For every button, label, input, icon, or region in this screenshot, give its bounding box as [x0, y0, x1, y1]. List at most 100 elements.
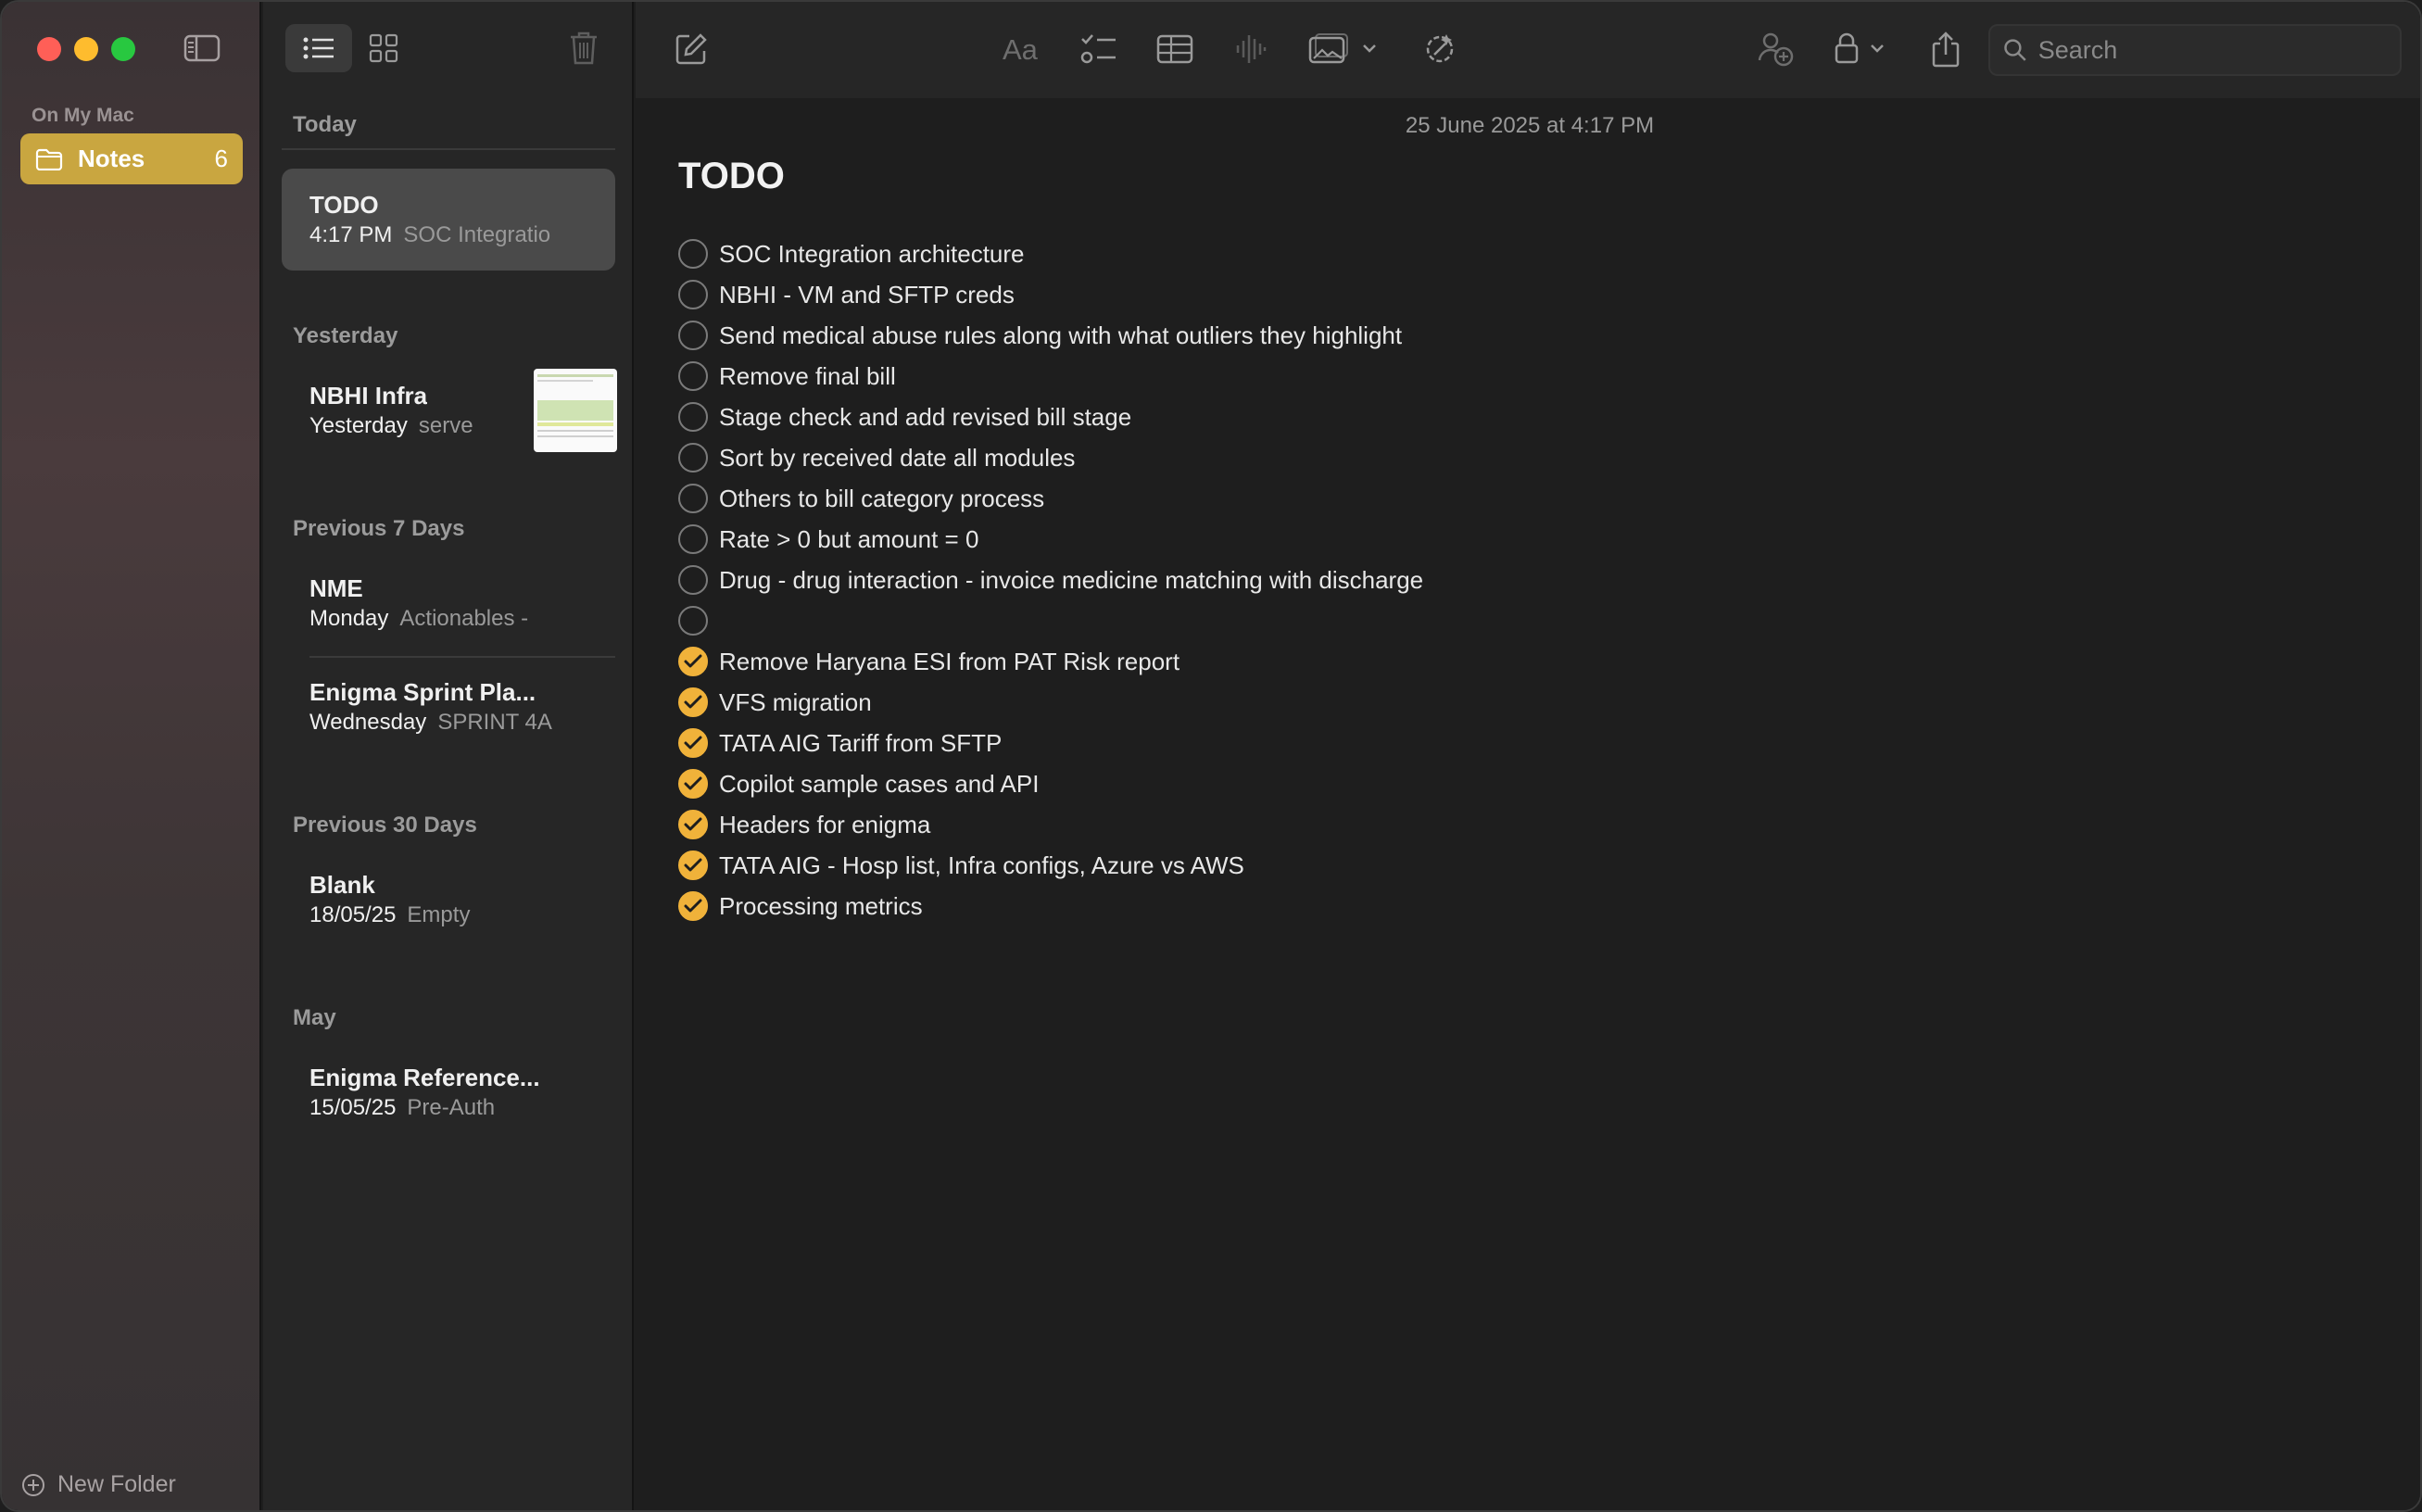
minimize-window-button[interactable]	[74, 37, 98, 61]
list-view-button[interactable]	[285, 24, 352, 72]
group-heading-previous-30-days: Previous 30 Days	[293, 813, 477, 838]
note-preview: Pre-Auth	[407, 1095, 496, 1120]
checklist-item[interactable]: Others to bill category process	[678, 478, 1423, 519]
checklist-item[interactable]: Headers for enigma	[678, 804, 1423, 845]
checkbox-unchecked[interactable]	[678, 280, 708, 309]
lock-note-button[interactable]	[1833, 28, 1898, 70]
note-item-enigma-reference[interactable]: Enigma Reference... 15/05/25 Pre-Auth	[282, 1041, 615, 1143]
checklist-item[interactable]: Copilot sample cases and API	[678, 763, 1423, 804]
checklist-item[interactable]: Sort by received date all modules	[678, 437, 1423, 478]
checkmark-icon	[684, 817, 702, 831]
group-heading-previous-7-days: Previous 7 Days	[293, 516, 465, 541]
note-title: Blank	[309, 871, 375, 899]
sidebar-toggle-icon[interactable]	[183, 33, 221, 63]
divider	[282, 148, 615, 150]
checklist-item-text[interactable]: TATA AIG - Hosp list, Infra configs, Azu…	[719, 851, 1244, 880]
checklist-item-text[interactable]: Drug - drug interaction - invoice medici…	[719, 566, 1423, 595]
checkmark-icon	[684, 776, 702, 790]
note-item-blank[interactable]: Blank 18/05/25 Empty	[282, 849, 615, 951]
checklist-item-text[interactable]: Send medical abuse rules along with what…	[719, 321, 1402, 350]
checklist-item[interactable]: TATA AIG - Hosp list, Infra configs, Azu…	[678, 845, 1423, 886]
checklist-item-text[interactable]: Remove final bill	[719, 362, 896, 391]
note-item-nbhi-infra[interactable]: NBHI Infra Yesterday serve	[282, 359, 617, 461]
search-field[interactable]	[1988, 24, 2402, 76]
checklist-item[interactable]: VFS migration	[678, 682, 1423, 723]
checklist-item[interactable]: Remove Haryana ESI from PAT Risk report	[678, 641, 1423, 682]
new-folder-button[interactable]: New Folder	[20, 1471, 176, 1498]
search-input[interactable]	[2037, 35, 2387, 65]
media-menu-button[interactable]	[1308, 28, 1379, 70]
note-preview: SPRINT 4A	[437, 710, 552, 735]
maximize-window-button[interactable]	[111, 37, 135, 61]
checklist-item[interactable]	[678, 600, 1423, 641]
checkbox-checked[interactable]	[678, 687, 708, 717]
note-preview: Actionables -	[399, 606, 529, 631]
checklist-item[interactable]: Rate > 0 but amount = 0	[678, 519, 1423, 560]
note-heading[interactable]: TODO	[678, 156, 785, 197]
checkbox-unchecked[interactable]	[678, 443, 708, 472]
checklist-item-text[interactable]: TATA AIG Tariff from SFTP	[719, 729, 1002, 758]
checklist-item-text[interactable]: Sort by received date all modules	[719, 444, 1075, 472]
checkbox-unchecked[interactable]	[678, 565, 708, 595]
notes-window: On My Mac Notes 6 New Folder Today TODO …	[0, 0, 2422, 1512]
delete-note-button[interactable]	[550, 24, 617, 72]
checkmark-icon	[684, 736, 702, 750]
audio-record-button[interactable]	[1230, 28, 1271, 70]
note-preview: Empty	[407, 902, 471, 927]
checklist-button[interactable]	[1079, 28, 1119, 70]
checklist-item-text[interactable]: Rate > 0 but amount = 0	[719, 525, 978, 554]
checklist-item-text[interactable]: Stage check and add revised bill stage	[719, 403, 1131, 432]
new-note-button[interactable]	[671, 28, 712, 70]
checkbox-unchecked[interactable]	[678, 361, 708, 391]
checkbox-checked[interactable]	[678, 647, 708, 676]
note-date: Wednesday	[309, 710, 427, 735]
checklist-item[interactable]: SOC Integration architecture	[678, 233, 1423, 274]
note-item-enigma-sprint[interactable]: Enigma Sprint Pla... Wednesday SPRINT 4A	[282, 656, 615, 758]
checklist-item-text[interactable]: Processing metrics	[719, 892, 923, 921]
checkbox-checked[interactable]	[678, 728, 708, 758]
checkbox-unchecked[interactable]	[678, 524, 708, 554]
checkbox-unchecked[interactable]	[678, 239, 708, 269]
waveform-icon	[1236, 35, 1267, 63]
collaborate-button[interactable]	[1755, 28, 1798, 70]
checkbox-unchecked[interactable]	[678, 606, 708, 636]
format-text-icon[interactable]: Aa	[999, 28, 1045, 70]
editor-toolbar: Aa	[636, 2, 2420, 98]
checklist-item[interactable]: Stage check and add revised bill stage	[678, 397, 1423, 437]
checkmark-icon	[684, 695, 702, 709]
checkbox-checked[interactable]	[678, 810, 708, 839]
checklist-item-text[interactable]: Copilot sample cases and API	[719, 770, 1039, 799]
writing-tools-icon	[1426, 34, 1454, 63]
share-button[interactable]	[1925, 28, 1966, 70]
checklist-item-text[interactable]: SOC Integration architecture	[719, 240, 1025, 269]
checkbox-checked[interactable]	[678, 891, 708, 921]
close-window-button[interactable]	[37, 37, 61, 61]
checklist-item-text[interactable]: NBHI - VM and SFTP creds	[719, 281, 1015, 309]
checklist-item-text[interactable]: VFS migration	[719, 688, 872, 717]
group-heading-today: Today	[293, 112, 357, 137]
note-date: 18/05/25	[309, 902, 397, 927]
gallery-view-button[interactable]	[350, 24, 417, 72]
note-item-todo[interactable]: TODO 4:17 PM SOC Integratio	[282, 169, 615, 271]
note-title: NME	[309, 574, 363, 602]
checklist-item[interactable]: Send medical abuse rules along with what…	[678, 315, 1423, 356]
checklist: SOC Integration architecture NBHI - VM an…	[678, 233, 1423, 926]
checklist-item[interactable]: NBHI - VM and SFTP creds	[678, 274, 1423, 315]
checklist-item[interactable]: Drug - drug interaction - invoice medici…	[678, 560, 1423, 600]
writing-tools-button[interactable]	[1419, 28, 1460, 70]
checklist-item-text[interactable]: Remove Haryana ESI from PAT Risk report	[719, 648, 1179, 676]
checkbox-unchecked[interactable]	[678, 402, 708, 432]
checkbox-unchecked[interactable]	[678, 484, 708, 513]
note-timestamp: 25 June 2025 at 4:17 PM	[636, 113, 2420, 139]
checkbox-checked[interactable]	[678, 769, 708, 799]
checklist-item[interactable]: Remove final bill	[678, 356, 1423, 397]
checkbox-unchecked[interactable]	[678, 321, 708, 350]
checklist-item[interactable]: Processing metrics	[678, 886, 1423, 926]
folder-notes[interactable]: Notes 6	[20, 133, 243, 184]
table-button[interactable]	[1154, 28, 1195, 70]
checklist-item-text[interactable]: Headers for enigma	[719, 811, 930, 839]
checklist-item[interactable]: TATA AIG Tariff from SFTP	[678, 723, 1423, 763]
checkbox-checked[interactable]	[678, 850, 708, 880]
note-item-nme[interactable]: NME Monday Actionables -	[282, 552, 615, 654]
checklist-item-text[interactable]: Others to bill category process	[719, 485, 1044, 513]
